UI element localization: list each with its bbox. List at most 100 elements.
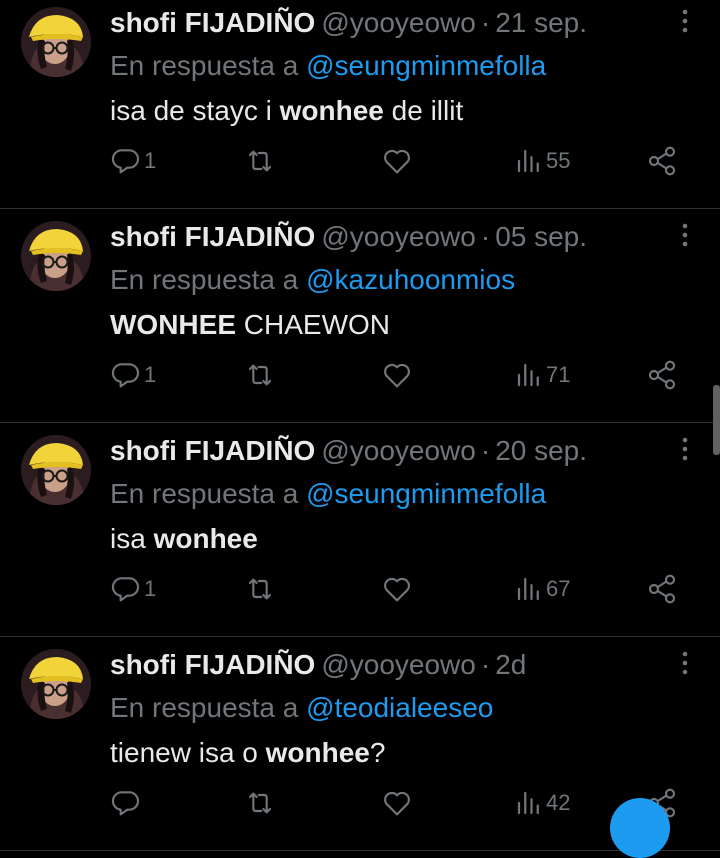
avatar[interactable] [21, 435, 91, 505]
reply-prefix: En respuesta a [110, 692, 307, 723]
timestamp[interactable]: 05 sep. [495, 221, 587, 252]
tweet-text-segment: WONHEE [110, 309, 236, 340]
retweet-button[interactable] [244, 141, 278, 181]
tweet-text-segment: wonhee [153, 523, 258, 554]
views-count: 71 [546, 362, 571, 387]
reply-context: En respuesta a @seungminmefolla [110, 46, 546, 86]
reply-mention-link[interactable]: @kazuhoonmios [306, 264, 515, 295]
avatar[interactable] [21, 221, 91, 291]
user-handle[interactable]: @yooyeowo [321, 7, 476, 38]
reply-context: En respuesta a @seungminmefolla [110, 474, 546, 514]
tweet-text-segment: wonhee [265, 737, 370, 768]
retweet-button[interactable] [244, 783, 278, 823]
retweet-button[interactable] [244, 355, 278, 395]
compose-button[interactable] [610, 798, 670, 858]
tweet-header: shofi FIJADIÑO @yooyeowo · 05 sep. [110, 217, 587, 257]
retweet-button[interactable] [244, 569, 278, 609]
share-icon [646, 359, 678, 391]
like-button[interactable] [381, 569, 415, 609]
more-options-icon[interactable] [672, 435, 698, 463]
replies-count: 1 [144, 362, 157, 387]
tweet-text: tienew isa o wonhee? [110, 733, 385, 773]
timestamp[interactable]: 20 sep. [495, 435, 587, 466]
share-icon [646, 145, 678, 177]
tweet-text-segment: wonhee [279, 95, 384, 126]
tweet-text: isa de stayc i wonhee de illit [110, 91, 463, 131]
tweet-header: shofi FIJADIÑO @yooyeowo · 20 sep. [110, 431, 587, 471]
tweet-text-segment: de illit [383, 95, 464, 126]
tweet-text-segment: isa de stayc i [110, 95, 280, 126]
tweet-text-segment: tienew isa o [110, 737, 266, 768]
views-bar-chart-icon [514, 146, 544, 176]
views-button[interactable]: 55 [514, 141, 570, 181]
display-name[interactable]: shofi FIJADIÑO [110, 7, 315, 38]
action-bar: 1 71 [0, 355, 720, 395]
reply-icon [110, 145, 142, 177]
views-button[interactable]: 71 [514, 355, 570, 395]
heart-icon [381, 359, 413, 391]
reply-icon [110, 787, 142, 819]
like-button[interactable] [381, 783, 415, 823]
tweet-header: shofi FIJADIÑO @yooyeowo · 21 sep. [110, 3, 587, 43]
reply-button[interactable] [110, 783, 144, 823]
replies-count: 1 [144, 576, 157, 601]
tweet-text-segment: ? [369, 737, 386, 768]
reply-icon [110, 573, 142, 605]
user-handle[interactable]: @yooyeowo [321, 649, 476, 680]
tweet-text-segment: isa [110, 523, 154, 554]
reply-context: En respuesta a @kazuhoonmios [110, 260, 515, 300]
replies-count: 1 [144, 148, 157, 173]
share-button[interactable] [646, 569, 678, 609]
tweet[interactable]: shofi FIJADIÑO @yooyeowo · 21 sep. En respue… [0, 0, 720, 209]
more-options-icon[interactable] [672, 7, 698, 35]
views-button[interactable]: 42 [514, 783, 570, 823]
views-count: 42 [546, 790, 571, 815]
like-button[interactable] [381, 355, 415, 395]
user-handle[interactable]: @yooyeowo [321, 435, 476, 466]
share-button[interactable] [646, 141, 678, 181]
tweet[interactable]: shofi FIJADIÑO @yooyeowo · 05 sep. En respue… [0, 209, 720, 423]
display-name[interactable]: shofi FIJADIÑO [110, 221, 315, 252]
reply-mention-link[interactable]: @seungminmefolla [306, 478, 546, 509]
tweet[interactable]: shofi FIJADIÑO @yooyeowo · 20 sep. En respue… [0, 423, 720, 637]
reply-button[interactable]: 1 [110, 569, 156, 609]
reply-mention-link[interactable]: @seungminmefolla [306, 50, 546, 81]
tweet-text: isa wonhee [110, 519, 258, 559]
separator-dot: · [480, 435, 491, 466]
separator-dot: · [480, 7, 491, 38]
reply-button[interactable]: 1 [110, 141, 156, 181]
tweet-header: shofi FIJADIÑO @yooyeowo · 2d [110, 645, 526, 685]
reply-prefix: En respuesta a [110, 264, 307, 295]
user-handle[interactable]: @yooyeowo [321, 221, 476, 252]
views-bar-chart-icon [514, 360, 544, 390]
more-options-icon[interactable] [672, 221, 698, 249]
reply-mention-link[interactable]: @teodialeeseo [306, 692, 493, 723]
tweet-text: WONHEE CHAEWON [110, 305, 390, 345]
like-button[interactable] [381, 141, 415, 181]
share-button[interactable] [646, 355, 678, 395]
retweet-icon [244, 359, 276, 391]
display-name[interactable]: shofi FIJADIÑO [110, 649, 315, 680]
views-button[interactable]: 67 [514, 569, 570, 609]
avatar[interactable] [21, 7, 91, 77]
reply-button[interactable]: 1 [110, 355, 156, 395]
display-name[interactable]: shofi FIJADIÑO [110, 435, 315, 466]
timestamp[interactable]: 2d [495, 649, 526, 680]
views-bar-chart-icon [514, 574, 544, 604]
separator-dot: · [480, 221, 491, 252]
views-count: 67 [546, 576, 571, 601]
share-icon [646, 573, 678, 605]
scrollbar[interactable] [713, 385, 720, 455]
retweet-icon [244, 787, 276, 819]
timestamp[interactable]: 21 sep. [495, 7, 587, 38]
tweet-text-segment: CHAEWON [236, 309, 390, 340]
divider [0, 850, 720, 851]
reply-icon [110, 359, 142, 391]
avatar[interactable] [21, 649, 91, 719]
views-bar-chart-icon [514, 788, 544, 818]
reply-prefix: En respuesta a [110, 478, 307, 509]
retweet-icon [244, 573, 276, 605]
views-count: 55 [546, 148, 571, 173]
more-options-icon[interactable] [672, 649, 698, 677]
reply-prefix: En respuesta a [110, 50, 307, 81]
